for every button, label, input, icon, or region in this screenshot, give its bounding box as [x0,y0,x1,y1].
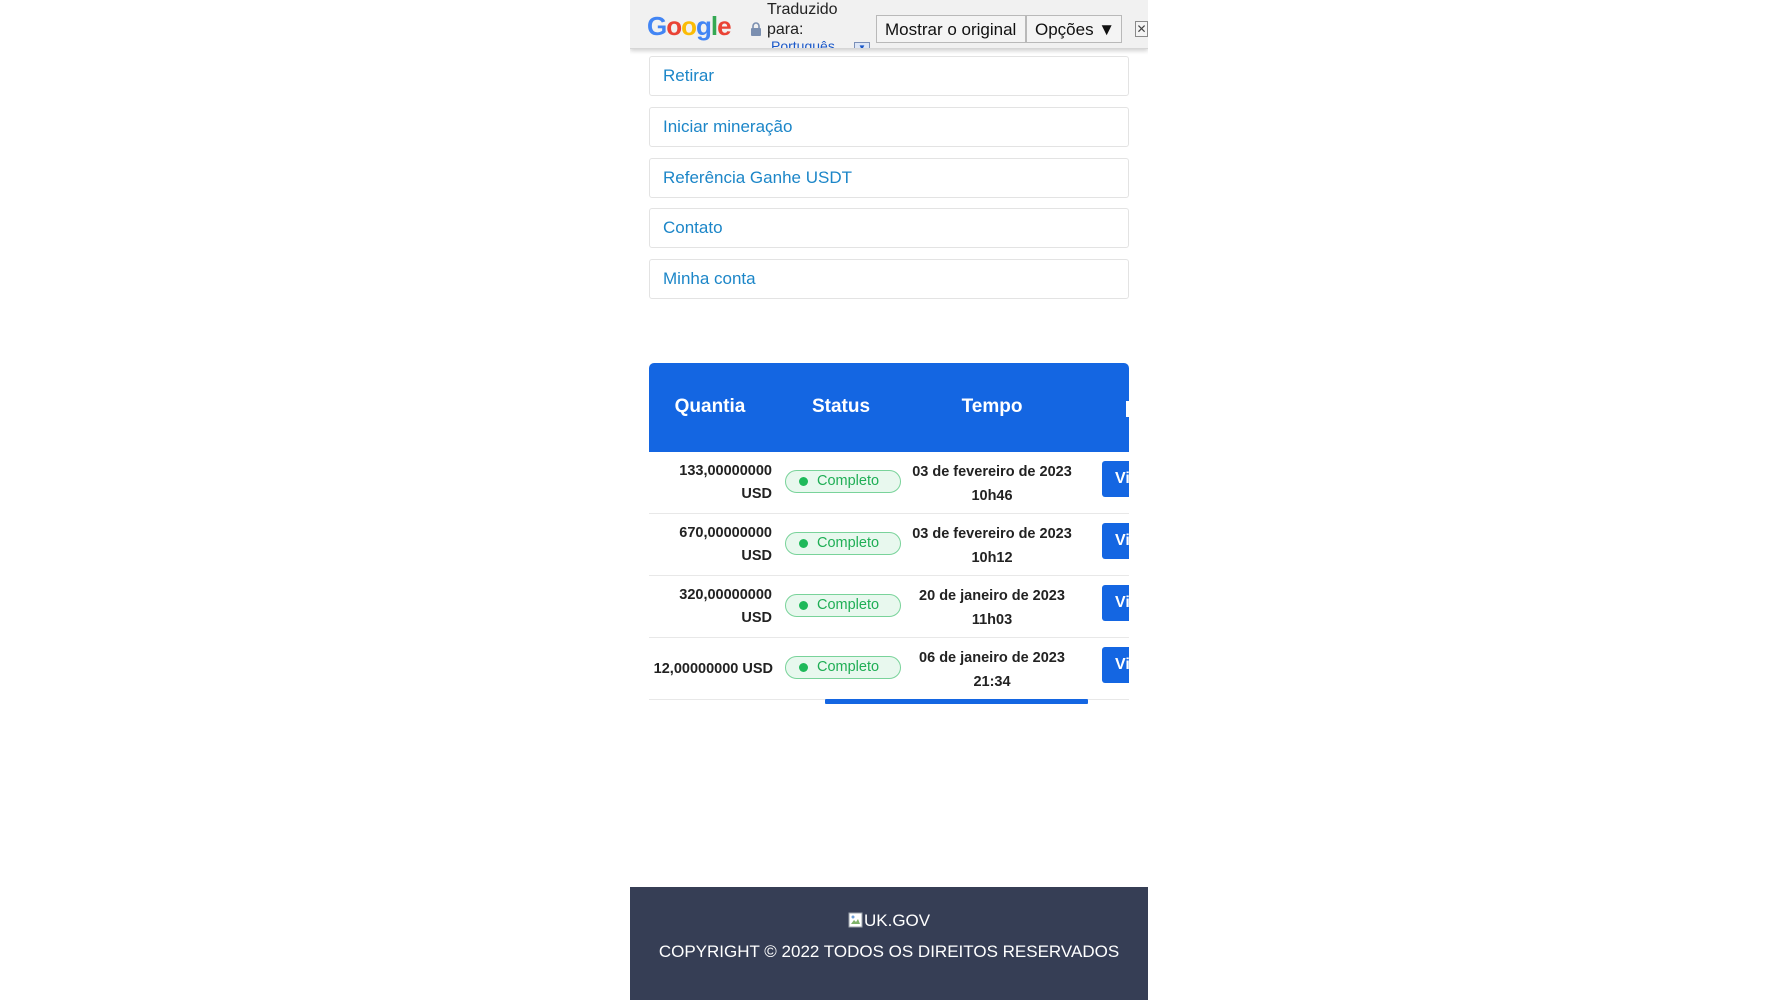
footer-logo-alt-text: UK.GOV [864,911,931,930]
time-cell: 06 de janeiro de 2023 21:34 [909,646,1075,694]
time-cell: 03 de fevereiro de 2023 10h12 [909,522,1075,570]
amount-currency: USD [741,486,772,502]
footer-logo[interactable]: UK.GOV [848,909,930,933]
status-badge: Completo [785,594,901,617]
view-button[interactable]: Vi [1102,461,1129,497]
status-text: Completo [817,597,880,613]
status-text: Completo [817,473,880,489]
table-row: 320,00000000 USD Completo 20 de janeiro … [649,576,1129,638]
amount-value: 320,00000000 [679,587,772,603]
status-dot-icon [799,663,808,672]
time-cell: 20 de janeiro de 2023 11h03 [909,584,1075,632]
time-date: 06 de janeiro de 2023 [919,650,1065,666]
status-badge: Completo [785,532,901,555]
target-language[interactable]: Português [771,38,835,48]
amount-currency: USD [741,610,772,626]
google-logo-letter: G [647,11,667,41]
time-date: 03 de fevereiro de 2023 [912,464,1072,480]
menu-item-referral[interactable]: Referência Ganhe USDT [649,158,1129,198]
view-button[interactable]: Vi [1102,647,1129,683]
language-dropdown-arrow-icon[interactable]: ▼ [854,42,870,48]
amount-cell: 133,00000000 USD [649,460,772,506]
google-logo-letter: o [681,11,697,41]
view-button[interactable]: Vi [1102,523,1129,559]
time-date: 03 de fevereiro de 2023 [912,526,1072,542]
status-text: Completo [817,659,880,675]
status-badge: Completo [785,470,901,493]
transactions-table: Quantia Status Tempo 133,00000000 USD Co… [649,363,1129,705]
copyright-text: COPYRIGHT © 2022 TODOS OS DIREITOS RESER… [658,942,1120,961]
google-logo[interactable]: Google [647,11,732,42]
amount-cell: 670,00000000 USD [649,522,772,568]
table-row: 133,00000000 USD Completo 03 de fevereir… [649,452,1129,514]
view-button[interactable]: Vi [1102,585,1129,621]
status-text: Completo [817,535,880,551]
table-row: 12,00000000 USD Completo 06 de janeiro d… [649,638,1129,700]
google-logo-letter: g [696,11,712,41]
menu-item-contact[interactable]: Contato [649,208,1129,248]
broken-image-icon [848,912,863,928]
menu-item-my-account[interactable]: Minha conta [649,259,1129,299]
time-date: 20 de janeiro de 2023 [919,588,1065,604]
amount-value: 12,00000000 USD [653,661,773,677]
footer: UK.GOV COPYRIGHT © 2022 TODOS OS DIREITO… [630,887,1148,1000]
table-header: Quantia Status Tempo [649,363,1129,452]
time-cell: 03 de fevereiro de 2023 10h46 [909,460,1075,508]
google-logo-letter: o [666,11,682,41]
translated-to-label: Traduzido para: [767,1,838,38]
column-header-amount: Quantia [674,396,746,417]
status-dot-icon [799,539,808,548]
column-header-truncated [1126,401,1129,417]
time-hour: 10h46 [971,488,1013,504]
time-hour: 21:34 [973,674,1011,690]
amount-value: 133,00000000 [679,463,772,479]
menu-item-start-mining[interactable]: Iniciar mineração [649,107,1129,147]
close-icon[interactable]: ✕ [1135,21,1148,37]
google-translate-bar: Google Traduzido para: Português ▼ Mostr… [630,0,1148,49]
amount-cell: 12,00000000 USD [649,658,773,681]
amount-currency: USD [741,548,772,564]
amount-value: 670,00000000 [679,525,772,541]
status-badge: Completo [785,656,901,679]
menu-item-withdraw[interactable]: Retirar [649,56,1129,96]
show-original-button[interactable]: Mostrar o original [876,15,1026,43]
amount-cell: 320,00000000 USD [649,584,772,630]
time-hour: 10h12 [971,550,1013,566]
time-hour: 11h03 [971,612,1013,628]
status-dot-icon [799,601,808,610]
options-button[interactable]: Opções ▼ [1026,15,1122,43]
column-header-time: Tempo [961,396,1023,417]
status-dot-icon [799,477,808,486]
lock-icon [751,22,761,36]
google-logo-letter: e [717,11,732,41]
table-row: 670,00000000 USD Completo 03 de fevereir… [649,514,1129,576]
mobile-page: Google Traduzido para: Português ▼ Mostr… [630,0,1148,1000]
column-header-status: Status [811,396,871,417]
table-horizontal-scrollbar[interactable] [825,699,1088,704]
